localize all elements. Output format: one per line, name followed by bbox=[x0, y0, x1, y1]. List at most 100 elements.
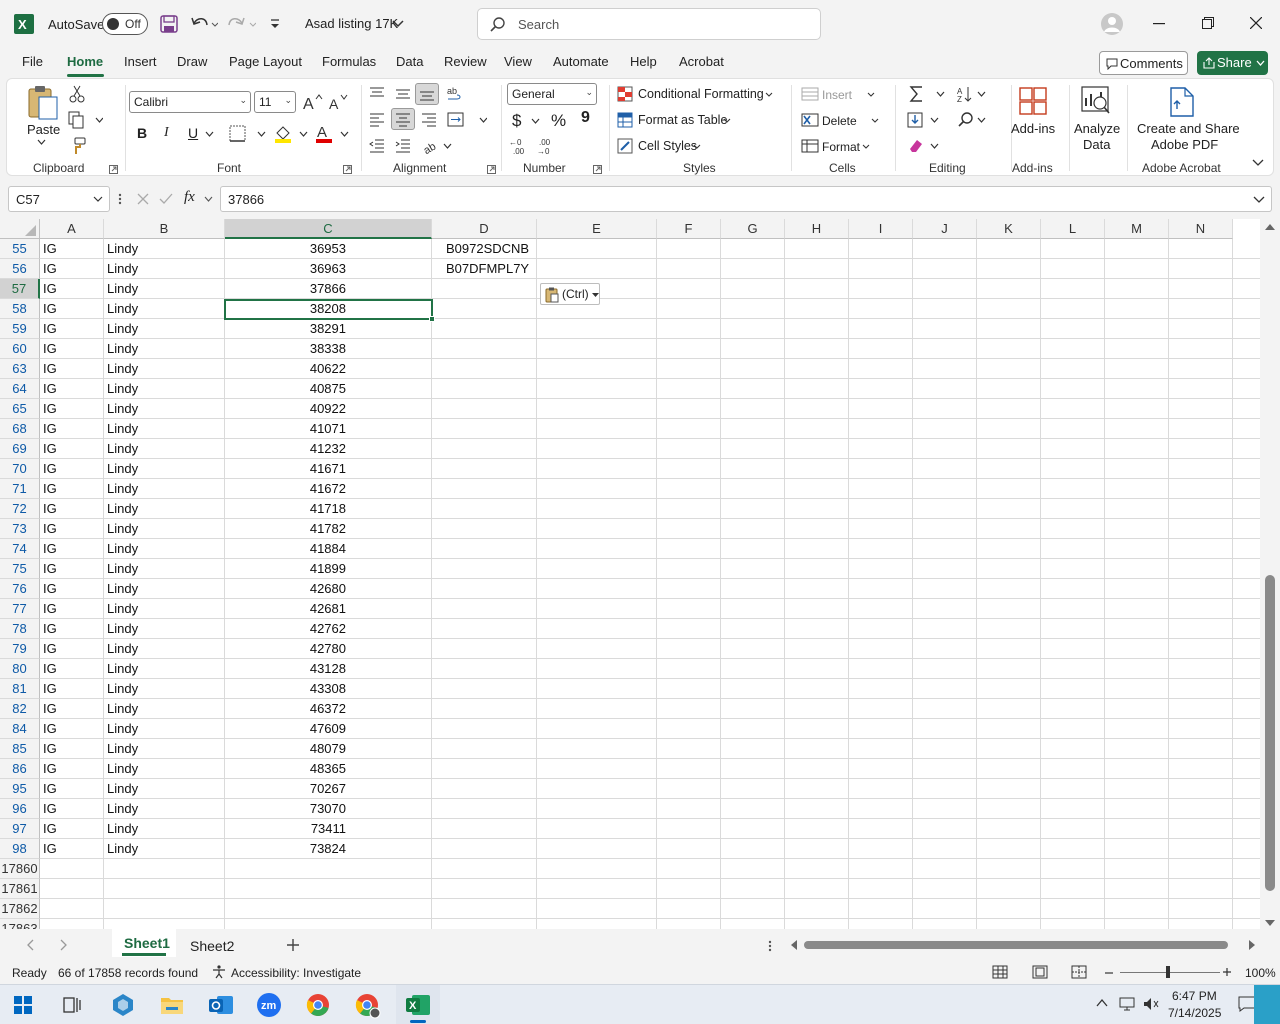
search-box[interactable]: Search bbox=[477, 8, 821, 40]
cell-c[interactable]: 41718 bbox=[225, 499, 432, 519]
file-explorer-icon[interactable] bbox=[160, 994, 184, 1016]
tab-insert[interactable]: Insert bbox=[124, 54, 157, 69]
zoom-level[interactable]: 100% bbox=[1245, 966, 1280, 980]
delete-cells-icon[interactable] bbox=[801, 113, 819, 127]
cancel-entry-icon[interactable] bbox=[136, 192, 150, 206]
cell-d[interactable] bbox=[446, 859, 536, 879]
cell-a[interactable]: IG bbox=[43, 359, 103, 379]
cell-d[interactable] bbox=[446, 419, 536, 439]
chevron-down-icon[interactable] bbox=[871, 118, 879, 124]
minimize-icon[interactable] bbox=[1153, 23, 1165, 25]
cell-a[interactable]: IG bbox=[43, 479, 103, 499]
cell-a[interactable]: IG bbox=[43, 499, 103, 519]
row-header[interactable]: 80 bbox=[0, 659, 40, 679]
cell-c[interactable]: 36963 bbox=[225, 259, 432, 279]
cell-a[interactable] bbox=[43, 899, 103, 919]
decrease-font-size-icon[interactable]: A bbox=[329, 93, 349, 111]
underline-chevron-icon[interactable] bbox=[205, 131, 214, 138]
vertical-scrollbar[interactable] bbox=[1260, 219, 1280, 929]
page-break-view-icon[interactable] bbox=[1071, 965, 1087, 979]
cell-d[interactable] bbox=[446, 699, 536, 719]
insert-function-button[interactable]: fx bbox=[184, 189, 195, 206]
cell-a[interactable] bbox=[43, 879, 103, 899]
confirm-entry-icon[interactable] bbox=[158, 192, 174, 206]
cell-a[interactable]: IG bbox=[43, 599, 103, 619]
increase-font-size-icon[interactable]: A bbox=[303, 93, 323, 111]
cell-c[interactable]: 73070 bbox=[225, 799, 432, 819]
conditional-formatting-button[interactable]: Conditional Formatting bbox=[638, 87, 764, 101]
tab-help[interactable]: Help bbox=[630, 54, 657, 69]
column-header-l[interactable]: L bbox=[1041, 219, 1105, 239]
close-icon[interactable] bbox=[1250, 17, 1262, 29]
addins-icon[interactable] bbox=[1019, 87, 1047, 115]
accessibility-icon[interactable] bbox=[212, 965, 226, 979]
column-header-n[interactable]: N bbox=[1169, 219, 1233, 239]
cell-c[interactable]: 38338 bbox=[225, 339, 432, 359]
cell-c[interactable]: 73824 bbox=[225, 839, 432, 859]
sheet-tab-sheet2[interactable]: Sheet2 bbox=[190, 938, 234, 954]
column-header-c[interactable]: C bbox=[225, 219, 432, 239]
font-launcher-icon[interactable] bbox=[343, 165, 352, 174]
cell-c[interactable]: 37866 bbox=[225, 279, 432, 299]
cell-d[interactable]: B0972SDCNB bbox=[446, 239, 536, 259]
cell-c[interactable] bbox=[225, 879, 432, 899]
format-as-table-icon[interactable] bbox=[617, 112, 633, 128]
tab-home[interactable]: Home bbox=[67, 54, 103, 69]
volume-icon[interactable] bbox=[1142, 996, 1160, 1012]
bottom-align-button[interactable] bbox=[415, 83, 439, 105]
create-share-pdf-label-2[interactable]: Adobe PDF bbox=[1151, 137, 1218, 152]
cell-b[interactable] bbox=[107, 859, 222, 879]
share-button[interactable]: Share bbox=[1197, 51, 1268, 75]
cell-a[interactable]: IG bbox=[43, 239, 103, 259]
addins-button[interactable]: Add-ins bbox=[1011, 121, 1055, 136]
cell-d[interactable] bbox=[446, 919, 536, 929]
row-header[interactable]: 74 bbox=[0, 539, 40, 559]
number-format-dropdown[interactable]: General ⌄ bbox=[507, 83, 597, 105]
orientation-icon[interactable]: ab bbox=[423, 137, 453, 155]
zoom-app-icon[interactable]: zm bbox=[257, 993, 281, 1017]
row-header[interactable]: 82 bbox=[0, 699, 40, 719]
format-cells-icon[interactable] bbox=[801, 139, 819, 153]
cell-d[interactable] bbox=[446, 339, 536, 359]
column-header-h[interactable]: H bbox=[785, 219, 849, 239]
cell-c[interactable]: 41884 bbox=[225, 539, 432, 559]
chevron-down-icon[interactable] bbox=[862, 144, 870, 150]
column-header-m[interactable]: M bbox=[1105, 219, 1169, 239]
cell-d[interactable] bbox=[446, 559, 536, 579]
cell-b[interactable] bbox=[107, 919, 222, 929]
cell-b[interactable]: Lindy bbox=[107, 699, 222, 719]
cell-d[interactable] bbox=[446, 499, 536, 519]
format-as-table-button[interactable]: Format as Table bbox=[638, 113, 727, 127]
create-share-pdf-label-1[interactable]: Create and Share bbox=[1137, 121, 1240, 136]
italic-button[interactable]: I bbox=[164, 125, 169, 141]
fill-icon[interactable] bbox=[907, 111, 943, 129]
cell-b[interactable]: Lindy bbox=[107, 799, 222, 819]
cell-d[interactable] bbox=[446, 759, 536, 779]
cell-styles-button[interactable]: Cell Styles bbox=[638, 139, 697, 153]
cell-d[interactable]: B07DFMPL7Y bbox=[446, 259, 536, 279]
tab-data[interactable]: Data bbox=[396, 54, 423, 69]
cell-a[interactable]: IG bbox=[43, 299, 103, 319]
cell-a[interactable]: IG bbox=[43, 459, 103, 479]
cell-a[interactable]: IG bbox=[43, 259, 103, 279]
active-cell-border[interactable] bbox=[224, 299, 433, 320]
cell-c[interactable]: 42681 bbox=[225, 599, 432, 619]
paste-label[interactable]: Paste bbox=[27, 122, 60, 137]
row-header[interactable]: 57 bbox=[0, 279, 40, 299]
column-header-g[interactable]: G bbox=[721, 219, 785, 239]
row-header[interactable]: 86 bbox=[0, 759, 40, 779]
zoom-slider-thumb[interactable] bbox=[1166, 966, 1170, 978]
row-header[interactable]: 17860 bbox=[0, 859, 40, 879]
cell-c[interactable] bbox=[225, 919, 432, 929]
collapse-ribbon-icon[interactable] bbox=[1252, 159, 1264, 167]
sort-filter-icon[interactable]: AZ bbox=[957, 85, 987, 103]
row-header[interactable]: 56 bbox=[0, 259, 40, 279]
cell-d[interactable] bbox=[446, 639, 536, 659]
cell-b[interactable]: Lindy bbox=[107, 239, 222, 259]
cell-a[interactable]: IG bbox=[43, 699, 103, 719]
title-chevron-down-icon[interactable] bbox=[392, 19, 404, 29]
column-header-i[interactable]: I bbox=[849, 219, 913, 239]
cell-d[interactable] bbox=[446, 319, 536, 339]
name-box[interactable]: C57 bbox=[8, 186, 110, 212]
sheet-tab-sheet1[interactable]: Sheet1 bbox=[112, 929, 176, 957]
